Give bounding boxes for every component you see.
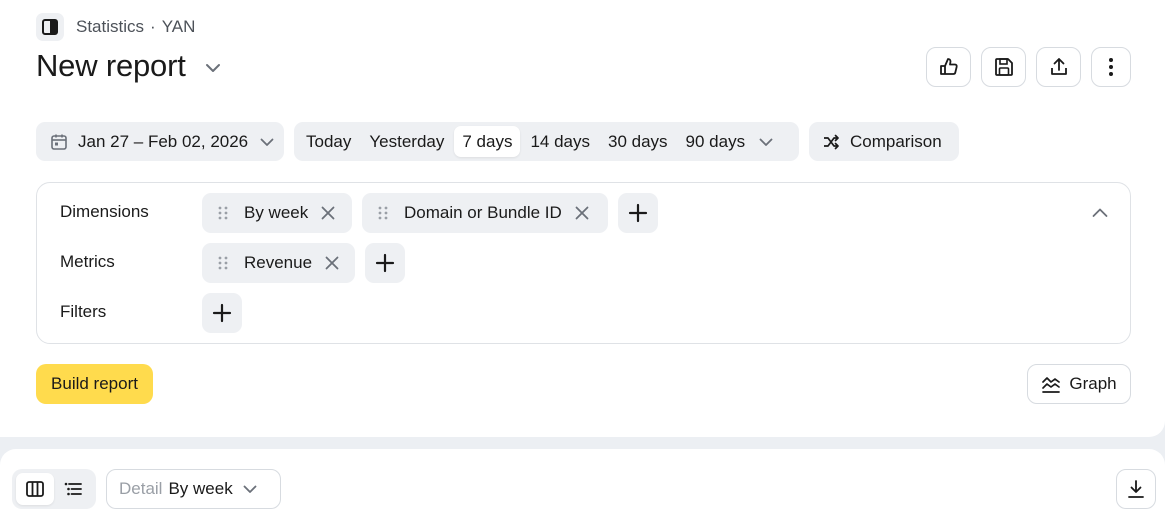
share-button[interactable]	[1036, 47, 1081, 87]
detail-select[interactable]: Detail By week	[106, 469, 281, 509]
breadcrumb-separator: ·	[150, 17, 156, 36]
add-filter-button[interactable]	[202, 293, 242, 333]
breadcrumb: Statistics · YAN	[76, 17, 195, 37]
more-icon	[1109, 58, 1113, 76]
comparison-button[interactable]: Comparison	[809, 122, 959, 161]
graph-button[interactable]: Graph	[1027, 364, 1131, 404]
chevron-up-icon	[1092, 208, 1108, 217]
build-report-button[interactable]: Build report	[36, 364, 153, 404]
metric-chip-revenue[interactable]: Revenue	[202, 243, 355, 283]
more-button[interactable]	[1091, 47, 1131, 87]
drag-handle-icon[interactable]	[216, 205, 230, 221]
period-30-days[interactable]: 30 days	[600, 126, 676, 157]
dimensions-label: Dimensions	[60, 202, 149, 221]
columns-icon	[26, 481, 44, 497]
drag-handle-icon[interactable]	[216, 255, 230, 271]
period-90-days[interactable]: 90 days	[678, 126, 754, 157]
detail-label: Detail	[119, 479, 163, 498]
like-icon	[939, 58, 958, 75]
period-14-days[interactable]: 14 days	[522, 126, 598, 157]
close-icon[interactable]	[324, 255, 340, 271]
dimension-chip-domain[interactable]: Domain or Bundle ID	[362, 193, 608, 233]
graph-icon	[1042, 377, 1061, 393]
chevron-down-icon[interactable]	[757, 133, 775, 151]
tree-view-button[interactable]	[54, 473, 92, 505]
collapse-panel-button[interactable]	[1090, 203, 1110, 223]
like-button[interactable]	[926, 47, 971, 87]
date-range-picker[interactable]: Jan 27 – Feb 02, 2026	[36, 122, 284, 161]
chip-label: By week	[244, 203, 309, 222]
download-button[interactable]	[1116, 469, 1156, 509]
add-metric-button[interactable]	[365, 243, 405, 283]
list-tree-icon	[64, 482, 82, 496]
metrics-label: Metrics	[60, 252, 115, 271]
download-icon	[1128, 480, 1144, 498]
chip-label: Domain or Bundle ID	[404, 203, 562, 222]
sidebar-toggle-icon[interactable]	[36, 13, 64, 41]
share-icon	[1050, 58, 1067, 75]
drag-handle-icon[interactable]	[376, 205, 390, 221]
comparison-label: Comparison	[850, 131, 942, 151]
breadcrumb-product[interactable]: YAN	[162, 17, 196, 36]
plus-icon	[628, 203, 648, 223]
close-icon[interactable]	[574, 205, 590, 221]
save-icon	[994, 58, 1013, 76]
chevron-down-icon[interactable]	[203, 58, 223, 78]
period-yesterday[interactable]: Yesterday	[361, 126, 452, 157]
chip-label: Revenue	[244, 253, 313, 272]
view-toggle	[12, 469, 96, 509]
shuffle-icon	[824, 134, 839, 149]
dimension-chip-by-week[interactable]: By week	[202, 193, 352, 233]
period-selector: Today Yesterday 7 days 14 days 30 days 9…	[294, 122, 799, 161]
add-dimension-button[interactable]	[618, 193, 658, 233]
save-button[interactable]	[981, 47, 1026, 87]
page-title[interactable]: New report	[36, 48, 186, 84]
detail-value: By week	[168, 479, 233, 498]
close-icon[interactable]	[320, 205, 336, 221]
chevron-down-icon	[243, 485, 257, 493]
date-range-label: Jan 27 – Feb 02, 2026	[78, 131, 249, 151]
period-7-days[interactable]: 7 days	[454, 126, 521, 157]
columns-view-button[interactable]	[16, 473, 54, 505]
calendar-icon	[51, 134, 67, 150]
graph-label: Graph	[1069, 374, 1117, 393]
chevron-down-icon	[260, 138, 274, 146]
breadcrumb-section[interactable]: Statistics	[76, 17, 144, 36]
plus-icon	[375, 253, 395, 273]
filters-label: Filters	[60, 302, 107, 321]
plus-icon	[212, 303, 232, 323]
period-today[interactable]: Today	[298, 126, 359, 157]
